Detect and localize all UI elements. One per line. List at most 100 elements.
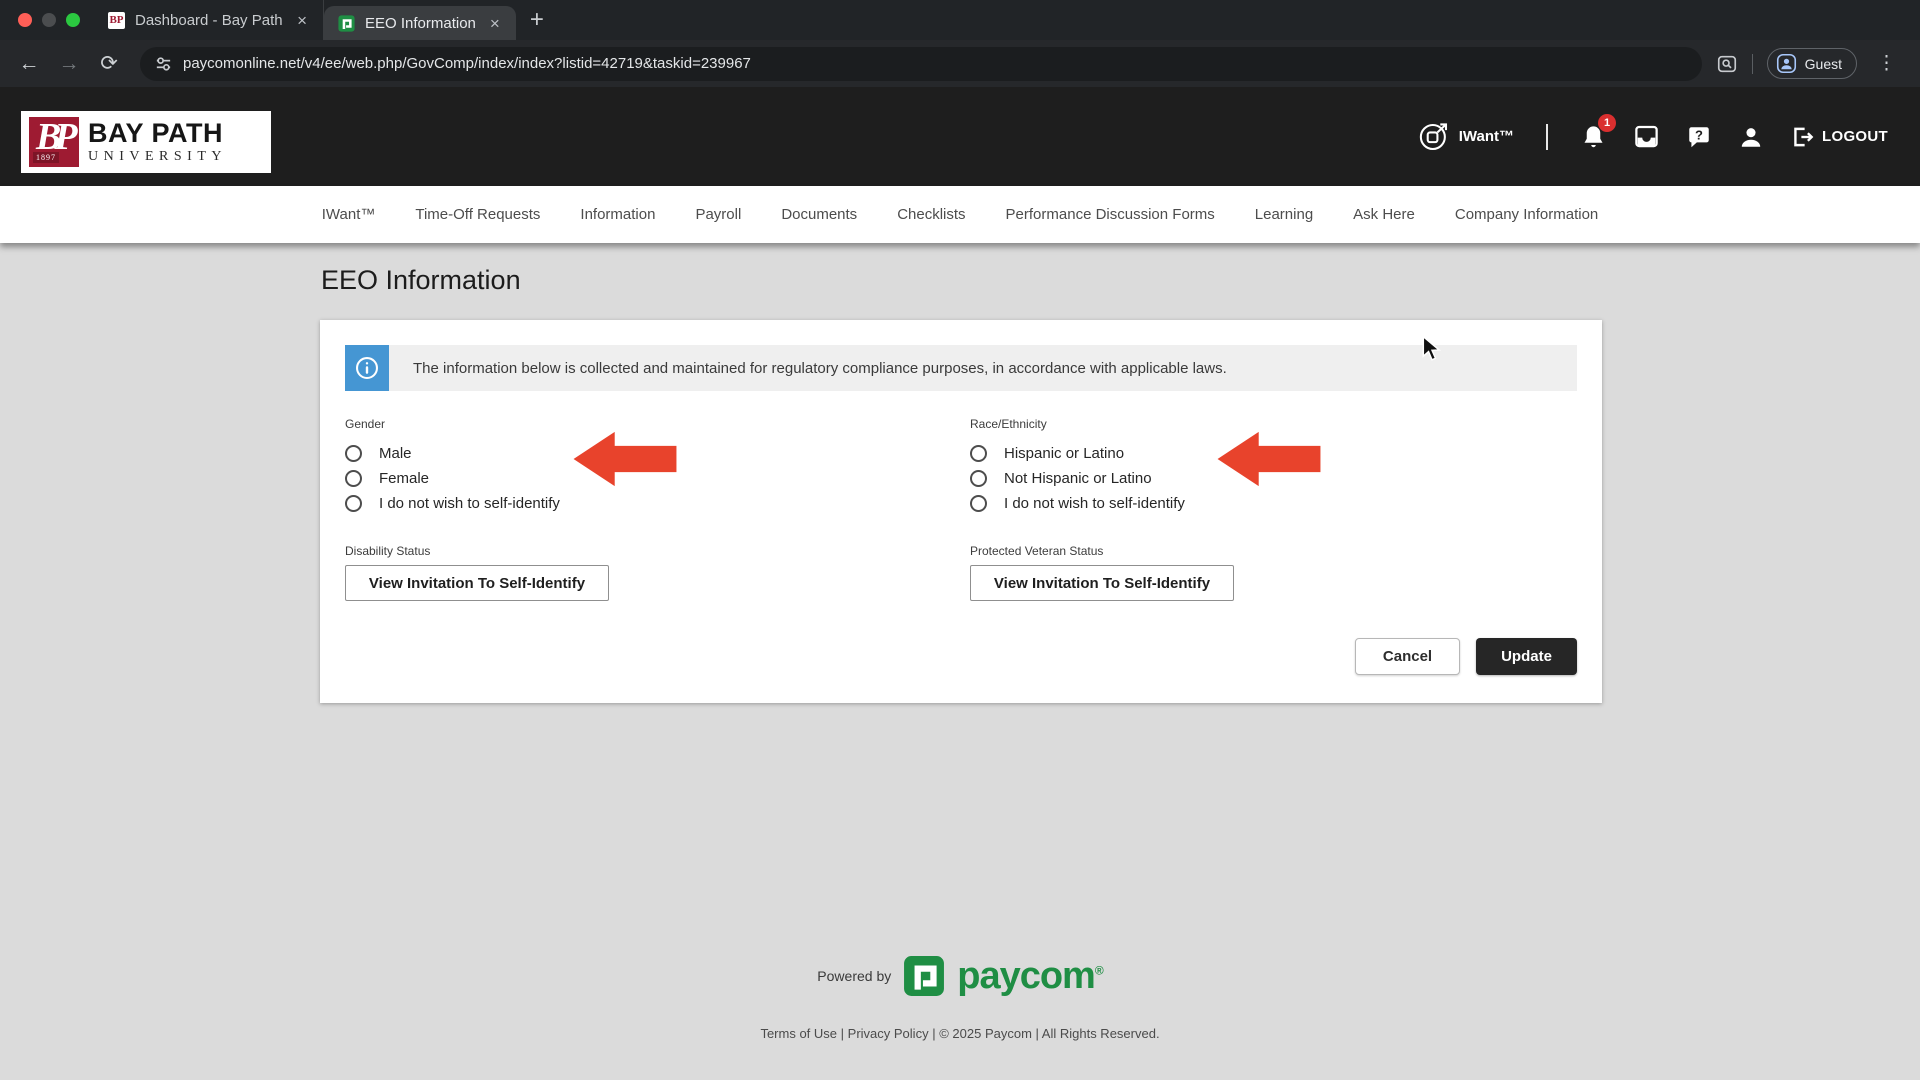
- iwant-button[interactable]: IWant™: [1418, 121, 1514, 153]
- mouse-cursor: [1421, 336, 1443, 362]
- nav-item-time-off-requests[interactable]: Time-Off Requests: [415, 206, 540, 223]
- disability-status-label: Disability Status: [345, 544, 609, 558]
- gender-option-male[interactable]: Male: [345, 441, 560, 466]
- radio-icon: [345, 445, 362, 462]
- address-bar[interactable]: paycomonline.net/v4/ee/web.php/GovComp/i…: [140, 47, 1702, 81]
- nav-item-performance-discussion-forms[interactable]: Performance Discussion Forms: [1006, 206, 1215, 223]
- reload-button[interactable]: ⟳: [92, 47, 126, 81]
- nav-item-ask-here[interactable]: Ask Here: [1353, 206, 1415, 223]
- paycom-wordmark: paycom®: [957, 957, 1102, 995]
- browser-menu-icon[interactable]: ⋮: [1871, 52, 1902, 75]
- site-settings-icon[interactable]: [154, 54, 173, 73]
- radio-icon: [970, 445, 987, 462]
- help-button[interactable]: ?: [1686, 124, 1712, 150]
- inbox-tray-icon: [1633, 123, 1660, 150]
- notifications-button[interactable]: 1: [1580, 123, 1607, 150]
- tab-title: EEO Information: [365, 15, 476, 32]
- back-button[interactable]: ←: [12, 47, 46, 81]
- nav-item-learning[interactable]: Learning: [1255, 206, 1313, 223]
- gender-option-no-self-identify[interactable]: I do not wish to self-identify: [345, 491, 560, 516]
- veteran-status-group: Protected Veteran Status View Invitation…: [970, 544, 1234, 601]
- nav-item-iwant[interactable]: IWant™: [322, 206, 376, 223]
- tab-dashboard[interactable]: BP Dashboard - Bay Path Univers ×: [94, 0, 324, 40]
- veteran-view-invitation-button[interactable]: View Invitation To Self-Identify: [970, 565, 1234, 601]
- account-button[interactable]: [1738, 124, 1764, 150]
- radio-label: Hispanic or Latino: [1004, 445, 1124, 462]
- race-option-no-self-identify[interactable]: I do not wish to self-identify: [970, 491, 1185, 516]
- toolbar-divider: [1752, 54, 1753, 74]
- help-icon: ?: [1686, 124, 1712, 150]
- new-tab-button[interactable]: +: [516, 1, 558, 39]
- logo-line1: BAY PATH: [88, 120, 227, 147]
- notification-badge: 1: [1598, 114, 1616, 132]
- logout-icon: [1790, 124, 1816, 150]
- forward-button[interactable]: →: [52, 47, 86, 81]
- radio-label: Male: [379, 445, 412, 462]
- powered-by-text: Powered by: [817, 968, 891, 984]
- radio-icon: [970, 470, 987, 487]
- browser-toolbar: ← → ⟳ paycomonline.net/v4/ee/web.php/Gov…: [0, 40, 1920, 87]
- svg-text:?: ?: [1695, 127, 1703, 142]
- radio-icon: [970, 495, 987, 512]
- gender-option-female[interactable]: Female: [345, 466, 560, 491]
- inbox-button[interactable]: [1633, 123, 1660, 150]
- privacy-policy-link[interactable]: Privacy Policy: [848, 1026, 929, 1041]
- race-ethnicity-group: Race/Ethnicity Hispanic or Latino Not Hi…: [970, 417, 1185, 516]
- info-banner-text: The information below is collected and m…: [389, 360, 1227, 377]
- iwant-label: IWant™: [1459, 128, 1514, 145]
- veteran-status-label: Protected Veteran Status: [970, 544, 1234, 558]
- update-button[interactable]: Update: [1476, 638, 1577, 675]
- profile-button[interactable]: Guest: [1767, 48, 1857, 79]
- profile-label: Guest: [1805, 56, 1842, 72]
- browser-tab-bar: BP Dashboard - Bay Path Univers × EEO In…: [0, 0, 1920, 40]
- tab-close-icon[interactable]: ×: [486, 14, 504, 33]
- tab-close-icon[interactable]: ×: [293, 11, 311, 30]
- radio-label: I do not wish to self-identify: [379, 495, 560, 512]
- logout-button[interactable]: LOGOUT: [1790, 124, 1888, 150]
- guest-avatar-icon: [1776, 53, 1797, 74]
- page-content: EEO Information The information below is…: [0, 243, 1920, 1080]
- radio-icon: [345, 470, 362, 487]
- red-arrow-annotation-gender: [573, 430, 677, 488]
- gender-label: Gender: [345, 417, 560, 431]
- window-close-button[interactable]: [18, 13, 32, 27]
- window-minimize-button[interactable]: [42, 13, 56, 27]
- red-arrow-annotation-race: [1217, 430, 1321, 488]
- nav-item-documents[interactable]: Documents: [781, 206, 857, 223]
- paycom-logo-icon: [903, 955, 945, 997]
- person-icon: [1738, 124, 1764, 150]
- radio-label: I do not wish to self-identify: [1004, 495, 1185, 512]
- race-option-not-hispanic[interactable]: Not Hispanic or Latino: [970, 466, 1185, 491]
- footer-separator: |: [841, 1026, 844, 1041]
- footer-links: Terms of Use | Privacy Policy | © 2025 P…: [0, 1026, 1920, 1041]
- window-zoom-button[interactable]: [66, 13, 80, 27]
- cancel-button[interactable]: Cancel: [1355, 638, 1460, 675]
- header-divider: [1546, 124, 1548, 150]
- powered-by-footer: Powered by paycom®: [0, 955, 1920, 997]
- disability-view-invitation-button[interactable]: View Invitation To Self-Identify: [345, 565, 609, 601]
- app-header: BP 1897 BAY PATH UNIVERSITY IWant™ 1: [0, 87, 1920, 186]
- bay-path-monogram: BP 1897: [29, 117, 79, 167]
- search-tabs-icon[interactable]: [1716, 53, 1738, 75]
- bay-path-favicon: BP: [108, 12, 125, 29]
- terms-of-use-link[interactable]: Terms of Use: [760, 1026, 837, 1041]
- copyright-text: © 2025 Paycom | All Rights Reserved.: [939, 1026, 1159, 1041]
- registered-mark: ®: [1095, 963, 1103, 977]
- tab-title: Dashboard - Bay Path Univers: [135, 12, 283, 29]
- info-icon: [354, 355, 380, 381]
- iwant-icon: [1418, 121, 1450, 153]
- tab-eeo-information[interactable]: EEO Information ×: [324, 6, 516, 40]
- gender-group: Gender Male Female I do not wish to self…: [345, 417, 560, 516]
- window-controls: [0, 13, 94, 27]
- nav-item-company-information[interactable]: Company Information: [1455, 206, 1598, 223]
- nav-item-checklists[interactable]: Checklists: [897, 206, 965, 223]
- nav-item-payroll[interactable]: Payroll: [695, 206, 741, 223]
- main-navigation: IWant™ Time-Off Requests Information Pay…: [0, 186, 1920, 243]
- footer-separator: |: [932, 1026, 935, 1041]
- race-ethnicity-label: Race/Ethnicity: [970, 417, 1185, 431]
- page-title: EEO Information: [321, 265, 521, 296]
- race-option-hispanic[interactable]: Hispanic or Latino: [970, 441, 1185, 466]
- nav-item-information[interactable]: Information: [580, 206, 655, 223]
- logo-year: 1897: [33, 152, 59, 163]
- radio-label: Not Hispanic or Latino: [1004, 470, 1152, 487]
